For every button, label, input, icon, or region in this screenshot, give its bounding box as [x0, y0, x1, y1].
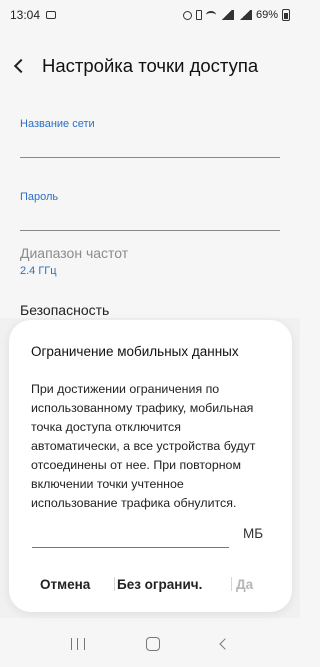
band-title[interactable]: Диапазон частот — [20, 245, 128, 261]
security-title[interactable]: Безопасность — [20, 302, 109, 318]
navigation-bar — [0, 620, 300, 667]
back-icon[interactable] — [219, 637, 231, 650]
data-limit-dialog: Ограничение мобильных данных При достиже… — [9, 320, 292, 612]
network-name-label: Название сети — [20, 118, 95, 130]
password-label: Пароль — [20, 191, 59, 203]
data-limit-input[interactable] — [32, 526, 229, 548]
back-button[interactable] — [0, 46, 42, 86]
divider — [114, 577, 115, 591]
battery-icon — [282, 9, 290, 21]
status-time: 13:04 — [10, 8, 41, 22]
vibrate-icon — [195, 10, 202, 20]
dialog-actions: Отмена Без огранич. Да — [9, 572, 292, 596]
chevron-left-icon — [13, 58, 29, 74]
cancel-button[interactable]: Отмена — [40, 577, 90, 592]
dialog-title: Ограничение мобильных данных — [31, 344, 239, 359]
app-header: Настройка точки доступа — [0, 46, 300, 86]
unlimited-button[interactable]: Без огранич. — [117, 577, 202, 592]
password-field[interactable] — [20, 230, 280, 231]
signal-icon — [219, 10, 234, 20]
unit-label: МБ — [243, 526, 264, 541]
gallery-notification-icon — [46, 11, 57, 19]
band-value: 2.4 ГГц — [20, 265, 57, 277]
ok-button[interactable]: Да — [236, 577, 253, 592]
status-bar: 13:04 69% — [0, 0, 300, 30]
signal-icon-2 — [237, 10, 252, 20]
alarm-icon — [182, 10, 192, 20]
dialog-body: При достижении ограничения по использова… — [31, 382, 256, 510]
page-title: Настройка точки доступа — [42, 55, 259, 76]
divider — [231, 577, 232, 591]
status-right: 69% — [182, 9, 290, 21]
home-icon[interactable] — [145, 636, 160, 651]
hotspot-icon — [205, 11, 216, 19]
status-left: 13:04 — [10, 8, 57, 22]
network-name-field[interactable] — [20, 157, 280, 158]
battery-percent: 69% — [255, 9, 278, 21]
recent-apps-icon[interactable] — [70, 637, 85, 650]
